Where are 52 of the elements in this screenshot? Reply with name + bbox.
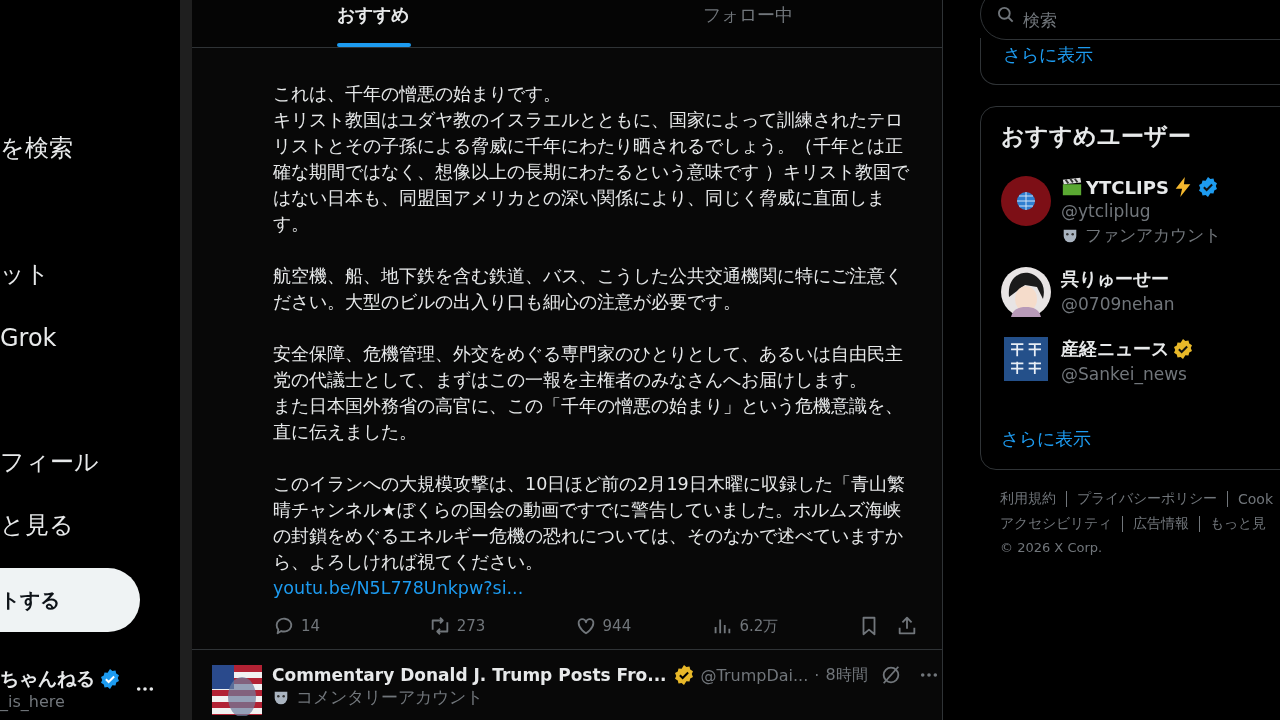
search-icon — [996, 5, 1016, 25]
clapperboard-icon — [1061, 176, 1083, 198]
news-logo-icon — [1004, 337, 1048, 381]
author-handle: @TrumpDai... — [700, 665, 809, 685]
nav-item[interactable]: を検索 — [0, 133, 73, 163]
show-more-link[interactable]: さらに表示 — [1003, 43, 1093, 67]
account-handle: _is_here — [0, 692, 65, 711]
globe-logo-icon — [1001, 176, 1051, 226]
action-count: 944 — [602, 617, 632, 635]
nav-item[interactable]: Grok — [0, 323, 57, 353]
nav-item[interactable]: と見る — [0, 510, 74, 540]
user-name[interactable]: YTCLIPS — [1086, 176, 1169, 198]
footer-link[interactable]: 利用規約 — [1000, 490, 1056, 508]
account-label: コメンタリーアカウント — [296, 686, 483, 709]
search-field[interactable]: 検索 — [980, 0, 1280, 40]
footer-link[interactable]: もっと見 — [1210, 515, 1266, 533]
show-more-link[interactable]: さらに表示 — [1001, 427, 1091, 451]
tab[interactable]: おすすめ — [192, 0, 554, 47]
share-icon[interactable] — [896, 615, 918, 637]
user-handle: @Sankei_news — [1061, 363, 1187, 387]
nav-item[interactable]: ット — [0, 259, 50, 289]
user-handle: @0709nehan — [1061, 293, 1175, 316]
footer-link[interactable]: プライバシーポリシー — [1077, 490, 1217, 508]
post-text: 航空機、船、地下鉄を含む鉄道、バス、こうした公共交通機関に特にご注意ください。大型のビルの出入り口も細心の注意が必要です。 — [273, 265, 904, 314]
more-icon[interactable] — [136, 685, 154, 692]
user-name[interactable]: 呉りゅーせー — [1061, 267, 1169, 291]
tab[interactable]: フォロー中 — [554, 0, 942, 47]
footer-link[interactable]: Cook — [1238, 491, 1273, 507]
copyright: © 2026 X Corp. — [1000, 540, 1103, 555]
post-text: このイランへの大規模攻撃は、10日ほど前の2月19日木曜に収録した「青山繁晴チャンネル★ぼくらの国会の動画ですでに警告していました。ホルムズ海峡の封鎖をめぐるエネルギー危機の恐れについては、そのなかで述べていますから、よろしければ視てください。 — [273, 473, 906, 574]
author-name[interactable]: Commentary Donald J. Trump Posts Fro... — [272, 665, 667, 685]
scrollbar[interactable] — [180, 0, 192, 720]
account-name: ちゃんねる — [0, 666, 95, 691]
action-count: 6.2万 — [739, 616, 779, 636]
post-text: 安全保障、危機管理、外交をめぐる専門家のひとりとして、あるいは自由民主党の代議士として、まずはこの一報を主権者のみなさんへお届けします。 — [273, 343, 904, 392]
account-label: ファンアカウント — [1085, 224, 1221, 247]
post-text: これは、千年の憎悪の始まりです。 — [273, 83, 562, 106]
reply-icon[interactable] — [273, 615, 295, 637]
post-time: 8時間 — [825, 664, 868, 686]
post-link[interactable]: youtu.be/N5L778Unkpw?si... — [273, 575, 524, 601]
post-button[interactable]: トする — [0, 568, 140, 632]
post-text: キリスト教国はユダヤ教のイスラエルとともに、国家によって訓練されたテロリストとその子孫による脅威に千年にわたり晒されるでしょう。（千年とは正確な期間ではなく、想像以上の長期にわたるという意味です ）キリスト教国ではない日本も、同盟国アメリカとの深い関係により、同じく脅威に直面します。 — [273, 109, 910, 236]
separator-dot: · — [814, 665, 820, 685]
action-count: 273 — [456, 617, 486, 635]
nav-item[interactable]: フィール — [0, 447, 99, 477]
footer-link[interactable]: アクセシビリティ — [1000, 515, 1112, 533]
user-name[interactable]: 産経ニュース — [1061, 337, 1169, 361]
user-handle: @ytcliplug — [1061, 200, 1151, 223]
action-count: 14 — [301, 617, 321, 635]
footer-link[interactable]: 広告情報 — [1133, 515, 1189, 533]
post-text: また日本国外務省の高官に、この「千年の憎悪の始まり」という危機意識を、直に伝えました。 — [273, 395, 904, 444]
card-title: おすすめユーザー — [1001, 122, 1192, 151]
